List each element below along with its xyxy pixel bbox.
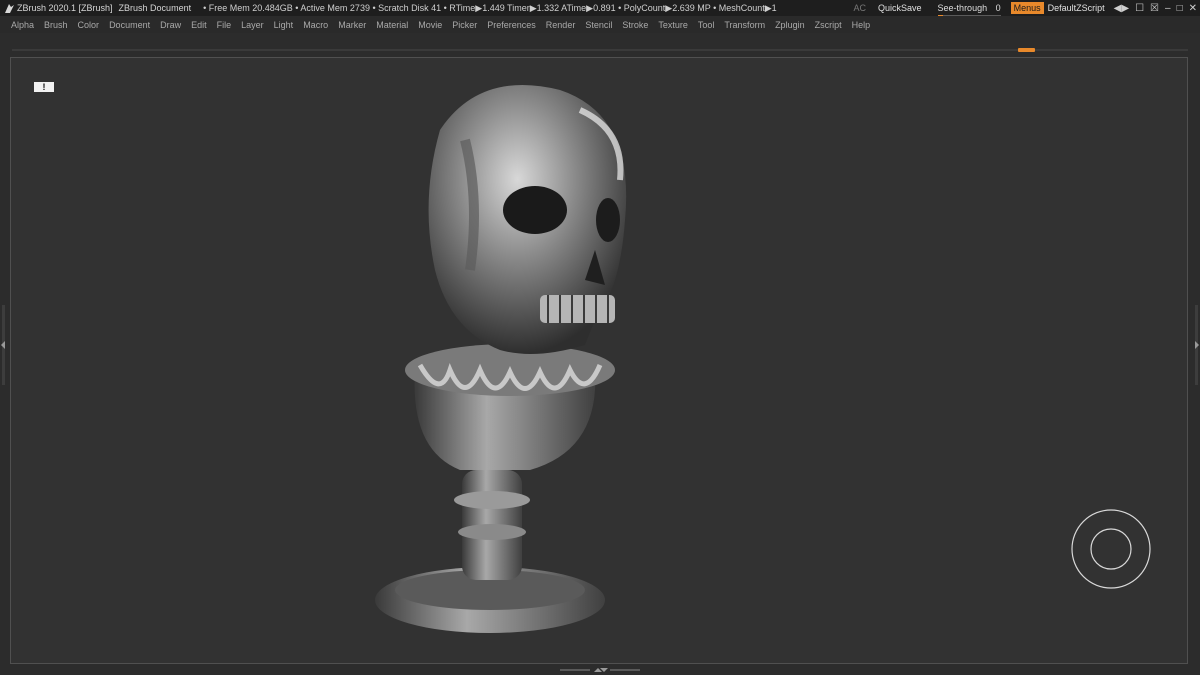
- menu-texture[interactable]: Texture: [653, 20, 693, 30]
- menu-zplugin[interactable]: Zplugin: [770, 20, 810, 30]
- menu-file[interactable]: File: [212, 20, 237, 30]
- right-tray-toggle-icon[interactable]: [1192, 305, 1200, 385]
- menu-movie[interactable]: Movie: [413, 20, 447, 30]
- zbrush-logo-icon: [3, 2, 15, 14]
- menu-marker[interactable]: Marker: [333, 20, 371, 30]
- status-line: • Free Mem 20.484GB • Active Mem 2739 • …: [203, 2, 777, 13]
- ac-button[interactable]: AC: [854, 3, 867, 13]
- sculpt-model[interactable]: [370, 70, 640, 640]
- menu-tool[interactable]: Tool: [693, 20, 720, 30]
- menu-bar: Alpha Brush Color Document Draw Edit Fil…: [0, 16, 1200, 33]
- menu-transform[interactable]: Transform: [719, 20, 770, 30]
- menu-color[interactable]: Color: [73, 20, 105, 30]
- menus-toggle-button[interactable]: Menus: [1010, 2, 1044, 14]
- see-through-label: See-through: [937, 3, 988, 13]
- bottom-tray-toggle-icon[interactable]: [560, 667, 640, 673]
- close-icon[interactable]: ✕: [1189, 3, 1197, 14]
- minimize-icon[interactable]: –: [1165, 3, 1171, 14]
- layout-icon[interactable]: ☐: [1135, 3, 1144, 14]
- title-bar: ZBrush 2020.1 [ZBrush] ZBrush Document •…: [0, 0, 1200, 17]
- menu-stroke[interactable]: Stroke: [617, 20, 653, 30]
- layout-alt-icon[interactable]: ☒: [1150, 3, 1159, 14]
- default-zscript-button[interactable]: DefaultZScript: [1048, 3, 1105, 13]
- menu-material[interactable]: Material: [371, 20, 413, 30]
- menu-macro[interactable]: Macro: [298, 20, 333, 30]
- top-tray-strip: [12, 49, 1188, 51]
- left-tray-toggle-icon[interactable]: [0, 305, 8, 385]
- notice-badge[interactable]: !: [34, 82, 54, 92]
- menu-layer[interactable]: Layer: [236, 20, 269, 30]
- menu-stencil[interactable]: Stencil: [580, 20, 617, 30]
- document-title: ZBrush Document: [118, 3, 192, 13]
- menu-help[interactable]: Help: [847, 20, 876, 30]
- menu-light[interactable]: Light: [269, 20, 299, 30]
- arrows-icon[interactable]: ◀▶: [1114, 3, 1129, 14]
- menu-zscript[interactable]: Zscript: [810, 20, 847, 30]
- title-bar-controls: AC QuickSave See-through 0 Menus Default…: [854, 0, 1200, 17]
- top-tray-handle[interactable]: [1018, 48, 1035, 52]
- menu-brush[interactable]: Brush: [39, 20, 73, 30]
- see-through-slider[interactable]: See-through 0: [937, 3, 1001, 17]
- menu-preferences[interactable]: Preferences: [482, 20, 541, 30]
- quicksave-button[interactable]: QuickSave: [878, 3, 922, 13]
- maximize-icon[interactable]: □: [1177, 3, 1183, 14]
- see-through-value: 0: [995, 3, 1001, 13]
- app-title: ZBrush 2020.1 [ZBrush]: [17, 3, 113, 13]
- menu-alpha[interactable]: Alpha: [0, 20, 39, 30]
- menu-draw[interactable]: Draw: [155, 20, 186, 30]
- menu-edit[interactable]: Edit: [186, 20, 212, 30]
- menu-render[interactable]: Render: [541, 20, 581, 30]
- menu-document[interactable]: Document: [104, 20, 155, 30]
- menu-picker[interactable]: Picker: [447, 20, 482, 30]
- navigation-gizmo-icon[interactable]: [1070, 508, 1152, 590]
